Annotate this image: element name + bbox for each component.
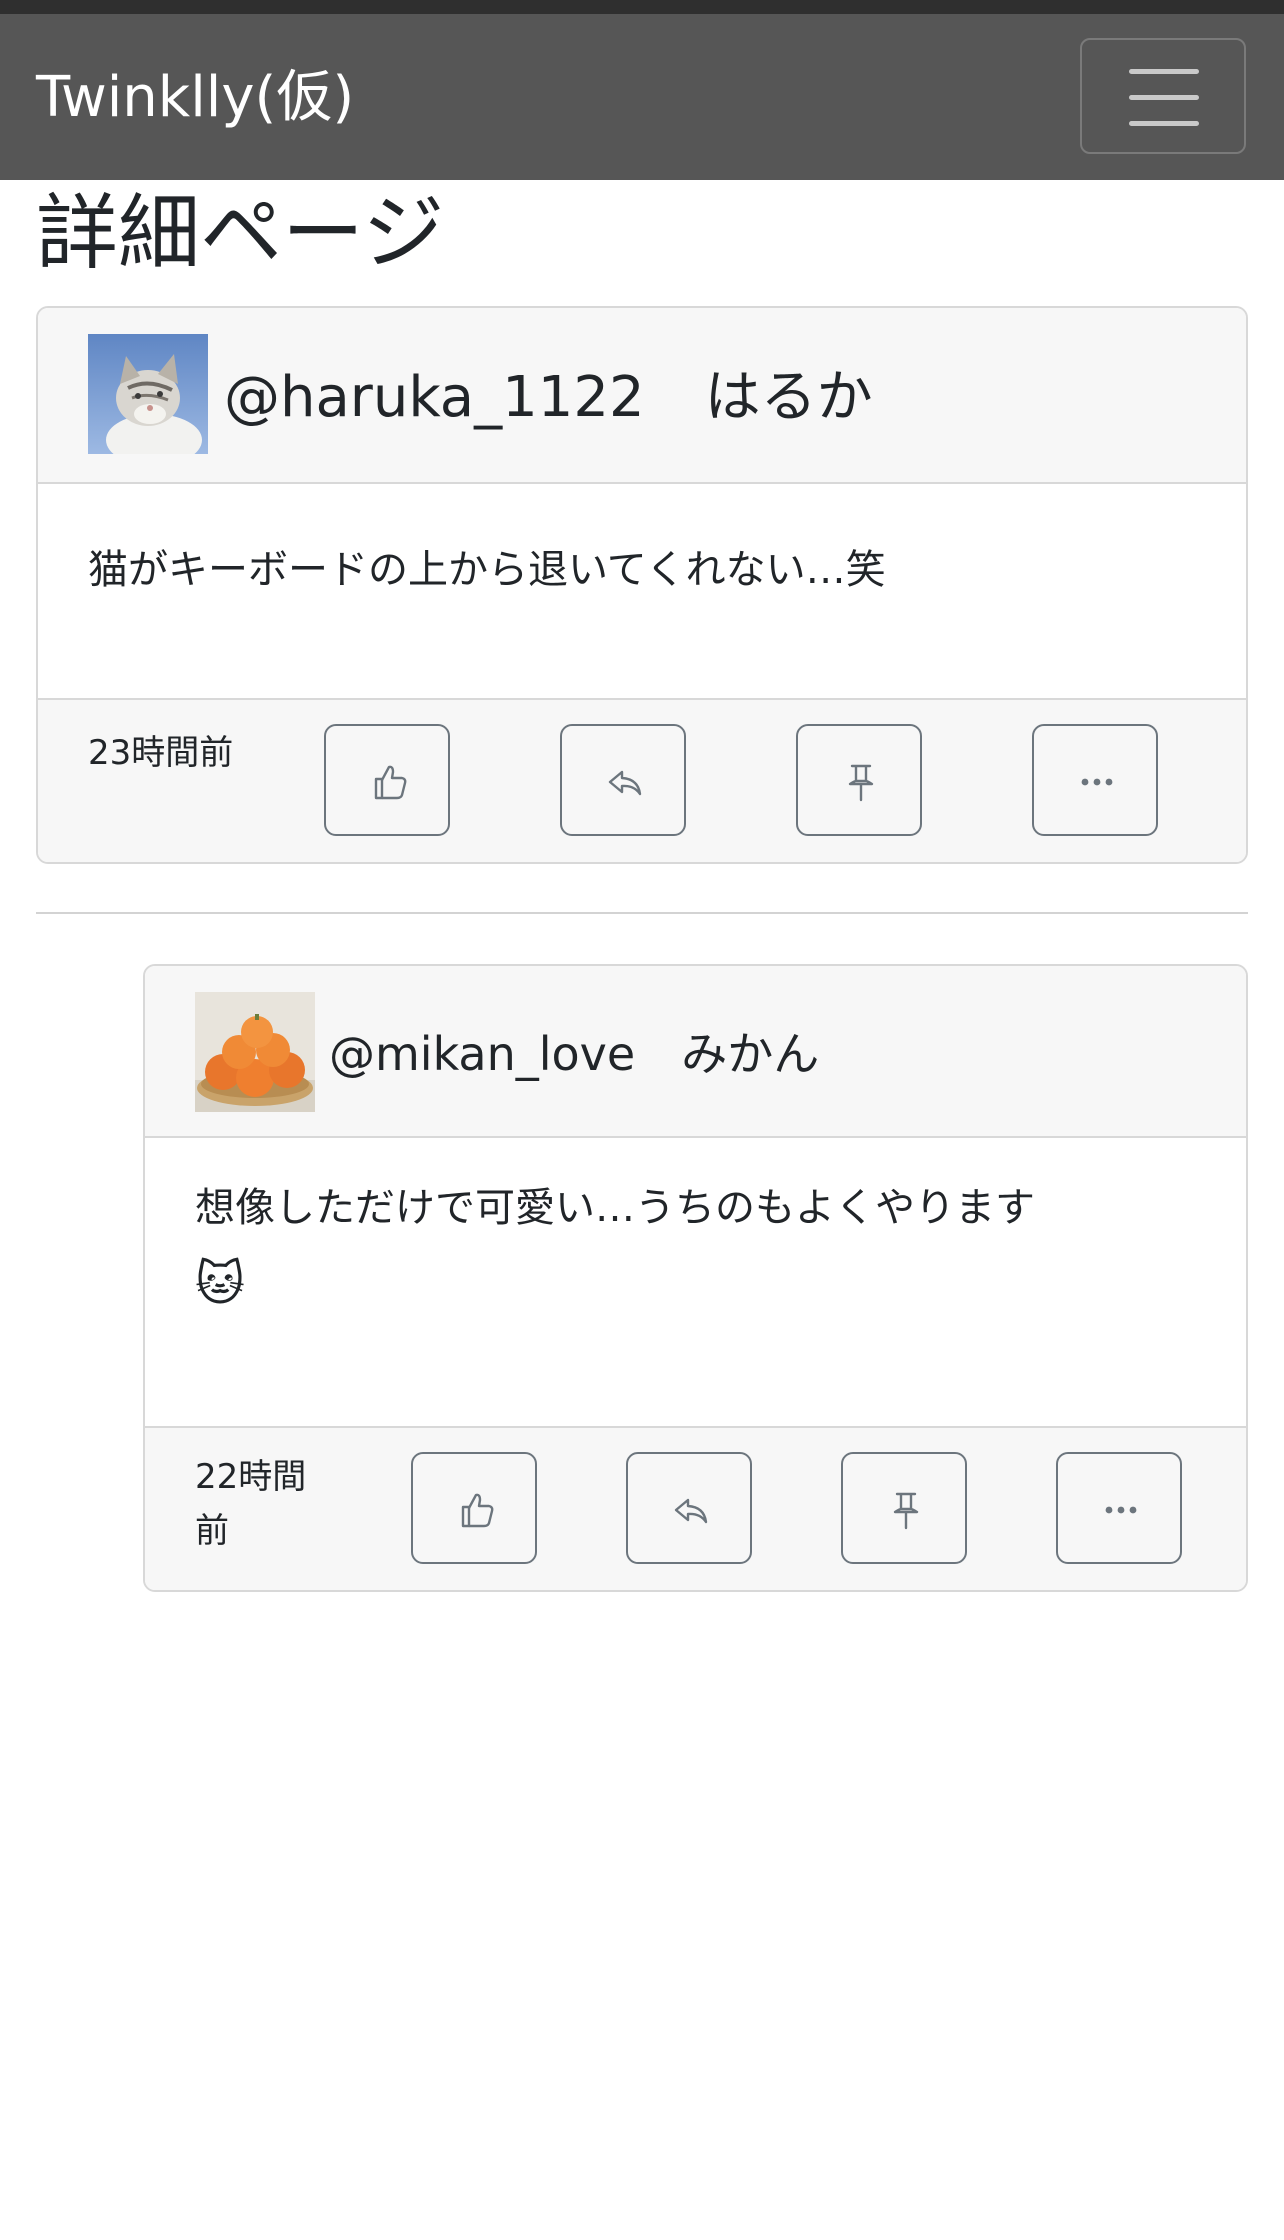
reply-card: @mikan_love みかん 想像しただけで可愛い…うちのもよくやります 🐱 2… [143, 964, 1248, 1592]
reply-button[interactable] [560, 724, 686, 836]
like-icon [374, 765, 407, 800]
like-button[interactable] [411, 1452, 537, 1564]
more-icon [1081, 778, 1113, 786]
more-button[interactable] [1032, 724, 1158, 836]
post-text: 猫がキーボードの上から退いてくれない…笑 [88, 547, 886, 593]
more-button[interactable] [1056, 1452, 1182, 1564]
reply-button[interactable] [626, 1452, 752, 1564]
like-button[interactable] [324, 724, 450, 836]
post-user-line: @haruka_1122 はるか [224, 362, 873, 434]
brand-title[interactable]: Twinklly(仮) [36, 66, 354, 130]
reply-display-name: みかん [681, 1027, 820, 1081]
post-timestamp: 23時間前 [88, 733, 234, 773]
status-strip [0, 0, 1284, 14]
reply-username[interactable]: @mikan_love [329, 1027, 635, 1081]
more-icon [1105, 1506, 1137, 1514]
post-display-name: はるか [704, 365, 873, 430]
cat-photo-avatar[interactable] [88, 334, 208, 454]
page-title: 詳細ページ [36, 186, 445, 281]
like-icon [461, 1493, 494, 1528]
post-card: @haruka_1122 はるか 猫がキーボードの上から退いてくれない…笑 23時… [36, 306, 1248, 864]
pin-button[interactable] [796, 724, 922, 836]
post-footer: 23時間前 [38, 698, 1246, 862]
reply-footer: 22時間 前 [145, 1426, 1246, 1590]
reply-emoji: 🐱 [195, 1256, 246, 1312]
reply-icon [608, 770, 642, 796]
reply-timestamp: 22時間 前 [195, 1457, 307, 1551]
reply-user-line: @mikan_love みかん [329, 1022, 819, 1086]
reply-header: @mikan_love みかん [145, 966, 1246, 1138]
pin-icon [848, 764, 874, 802]
post-header: @haruka_1122 はるか [38, 308, 1246, 484]
reply-body: 想像しただけで可愛い…うちのもよくやります 🐱 [145, 1138, 1246, 1430]
navbar: Twinklly(仮) [0, 14, 1284, 180]
pin-button[interactable] [841, 1452, 967, 1564]
section-divider [36, 912, 1248, 914]
hamburger-menu-icon [1129, 69, 1199, 74]
reply-text: 想像しただけで可愛い…うちのもよくやります [195, 1185, 1035, 1231]
pin-icon [893, 1492, 919, 1530]
mikan-photo-avatar[interactable] [195, 992, 315, 1112]
reply-icon [674, 1498, 708, 1524]
post-username[interactable]: @haruka_1122 [224, 365, 645, 430]
menu-toggle-button[interactable] [1080, 38, 1246, 154]
post-body: 猫がキーボードの上から退いてくれない…笑 [38, 484, 1246, 702]
